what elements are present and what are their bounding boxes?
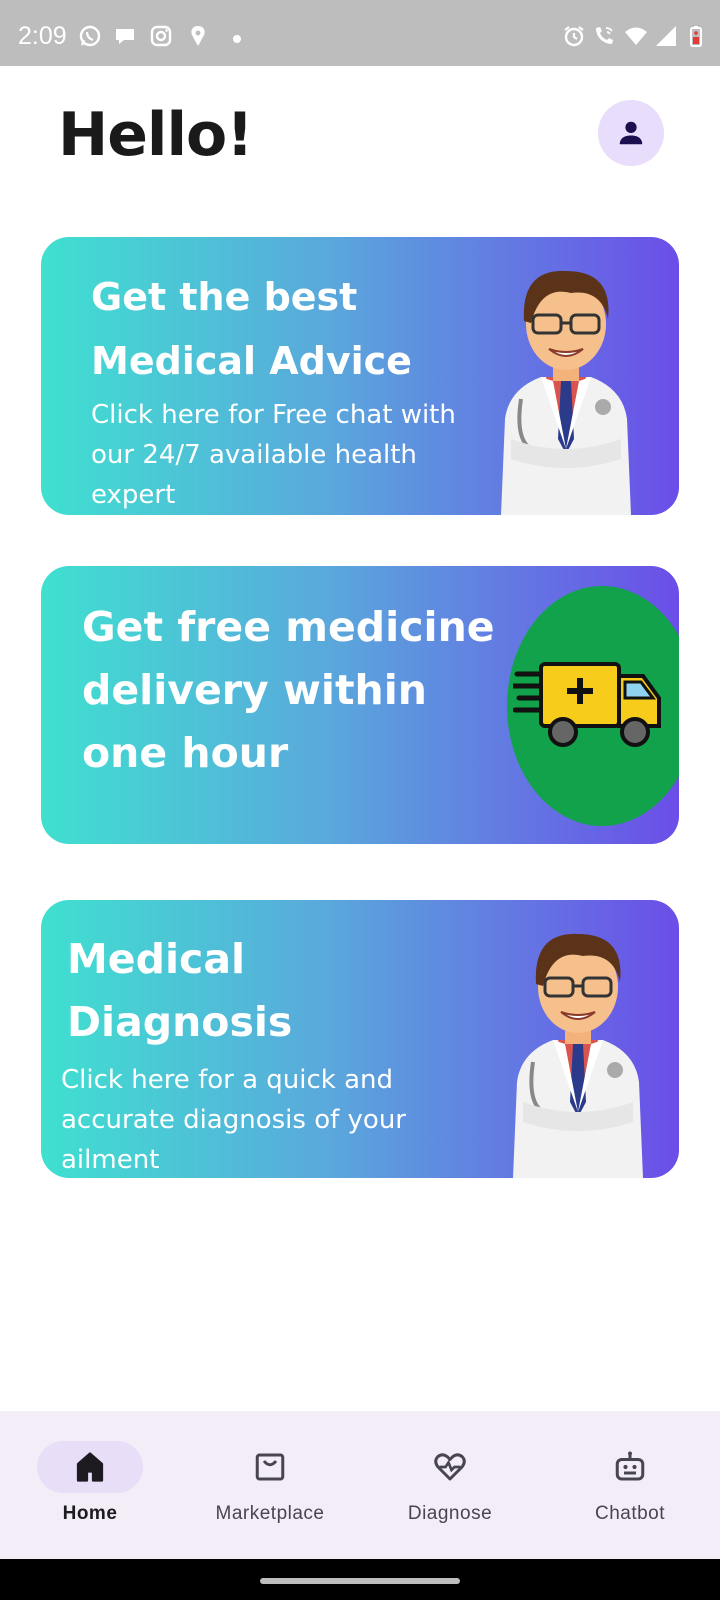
delivery-van-illustration — [513, 662, 661, 747]
alarm-icon — [564, 26, 584, 47]
status-bar: 2:09 — [0, 0, 720, 66]
dot-icon — [233, 35, 241, 43]
system-navigation-bar — [0, 1559, 720, 1600]
battery-icon — [690, 26, 702, 47]
wifi-icon — [625, 27, 647, 45]
heart-pulse-icon — [434, 1453, 466, 1481]
robot-icon — [615, 1451, 645, 1481]
signal-icon — [656, 26, 676, 46]
nav-label: Marketplace — [215, 1503, 325, 1524]
card-title: Get free medicine delivery within one ho… — [82, 603, 495, 777]
medical-diagnosis-card[interactable]: Medical Diagnosis Click here for a quick… — [41, 900, 679, 1178]
card-subtitle: Click here for Free chat with our 24/7 a… — [91, 400, 456, 510]
instagram-icon — [150, 25, 172, 47]
status-time: 2:09 — [18, 22, 67, 50]
medicine-delivery-card[interactable]: Get free medicine delivery within one ho… — [41, 566, 679, 844]
nav-label: Home — [62, 1503, 118, 1524]
chat-bubble-icon — [116, 29, 134, 44]
wifi-call-icon — [596, 27, 613, 44]
nav-item-chatbot[interactable]: Chatbot — [540, 1411, 720, 1559]
person-icon — [619, 121, 643, 145]
home-icon — [76, 1452, 104, 1482]
nav-item-marketplace[interactable]: Marketplace — [180, 1411, 360, 1559]
whatsapp-icon — [79, 25, 101, 47]
card-subtitle: Click here for a quick and accurate diag… — [61, 1065, 406, 1175]
card-title: Get the best Medical Advice — [91, 275, 412, 383]
medical-advice-card[interactable]: Get the best Medical Advice Click here f… — [41, 237, 679, 515]
card-title: Medical Diagnosis — [67, 935, 293, 1046]
shopping-bag-icon — [255, 1453, 285, 1481]
nav-label: Diagnose — [407, 1503, 493, 1524]
bottom-navigation: Home Marketplace Diagnose Chatbot — [0, 1411, 720, 1559]
doctor-illustration — [501, 270, 631, 515]
location-pin-icon — [191, 26, 205, 46]
page-title: Hello! — [58, 100, 254, 170]
doctor-illustration — [513, 933, 643, 1178]
profile-button[interactable] — [598, 100, 664, 166]
nav-label: Chatbot — [594, 1503, 666, 1524]
nav-item-home[interactable]: Home — [0, 1411, 180, 1559]
gesture-handle[interactable] — [260, 1578, 460, 1584]
nav-item-diagnose[interactable]: Diagnose — [360, 1411, 540, 1559]
